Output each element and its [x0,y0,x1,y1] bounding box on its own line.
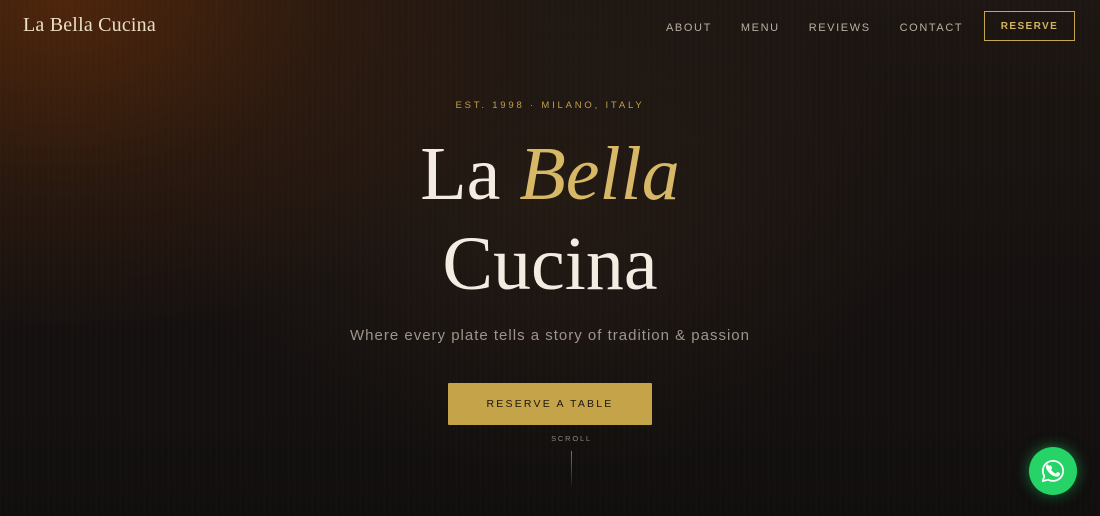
main-nav: ABOUT MENU REVIEWS CONTACT [666,21,992,35]
reserve-table-button[interactable]: RESERVE A TABLE [448,383,652,425]
hero-title-plain: La [420,132,520,216]
nav-menu[interactable]: MENU [741,21,780,35]
hero-title-accent: Bella [519,132,680,216]
hero-tagline: Where every plate tells a story of tradi… [350,327,750,344]
nav-reviews[interactable]: REVIEWS [809,21,871,35]
nav-contact[interactable]: CONTACT [900,21,964,35]
hero-eyebrow: EST. 1998 · MILANO, ITALY [455,100,645,111]
scroll-indicator-label[interactable]: SCROLL [0,434,1100,443]
hero-title-line1: La Bella [0,136,1100,212]
brand-logo[interactable]: La Bella Cucina [23,14,156,37]
scroll-indicator-line [571,451,572,487]
whatsapp-chat-button[interactable] [1029,447,1077,495]
nav-about[interactable]: ABOUT [666,21,712,35]
whatsapp-icon [1040,458,1066,484]
hero-title-line2: Cucina [442,222,658,306]
reserve-button[interactable]: RESERVE [984,11,1075,41]
